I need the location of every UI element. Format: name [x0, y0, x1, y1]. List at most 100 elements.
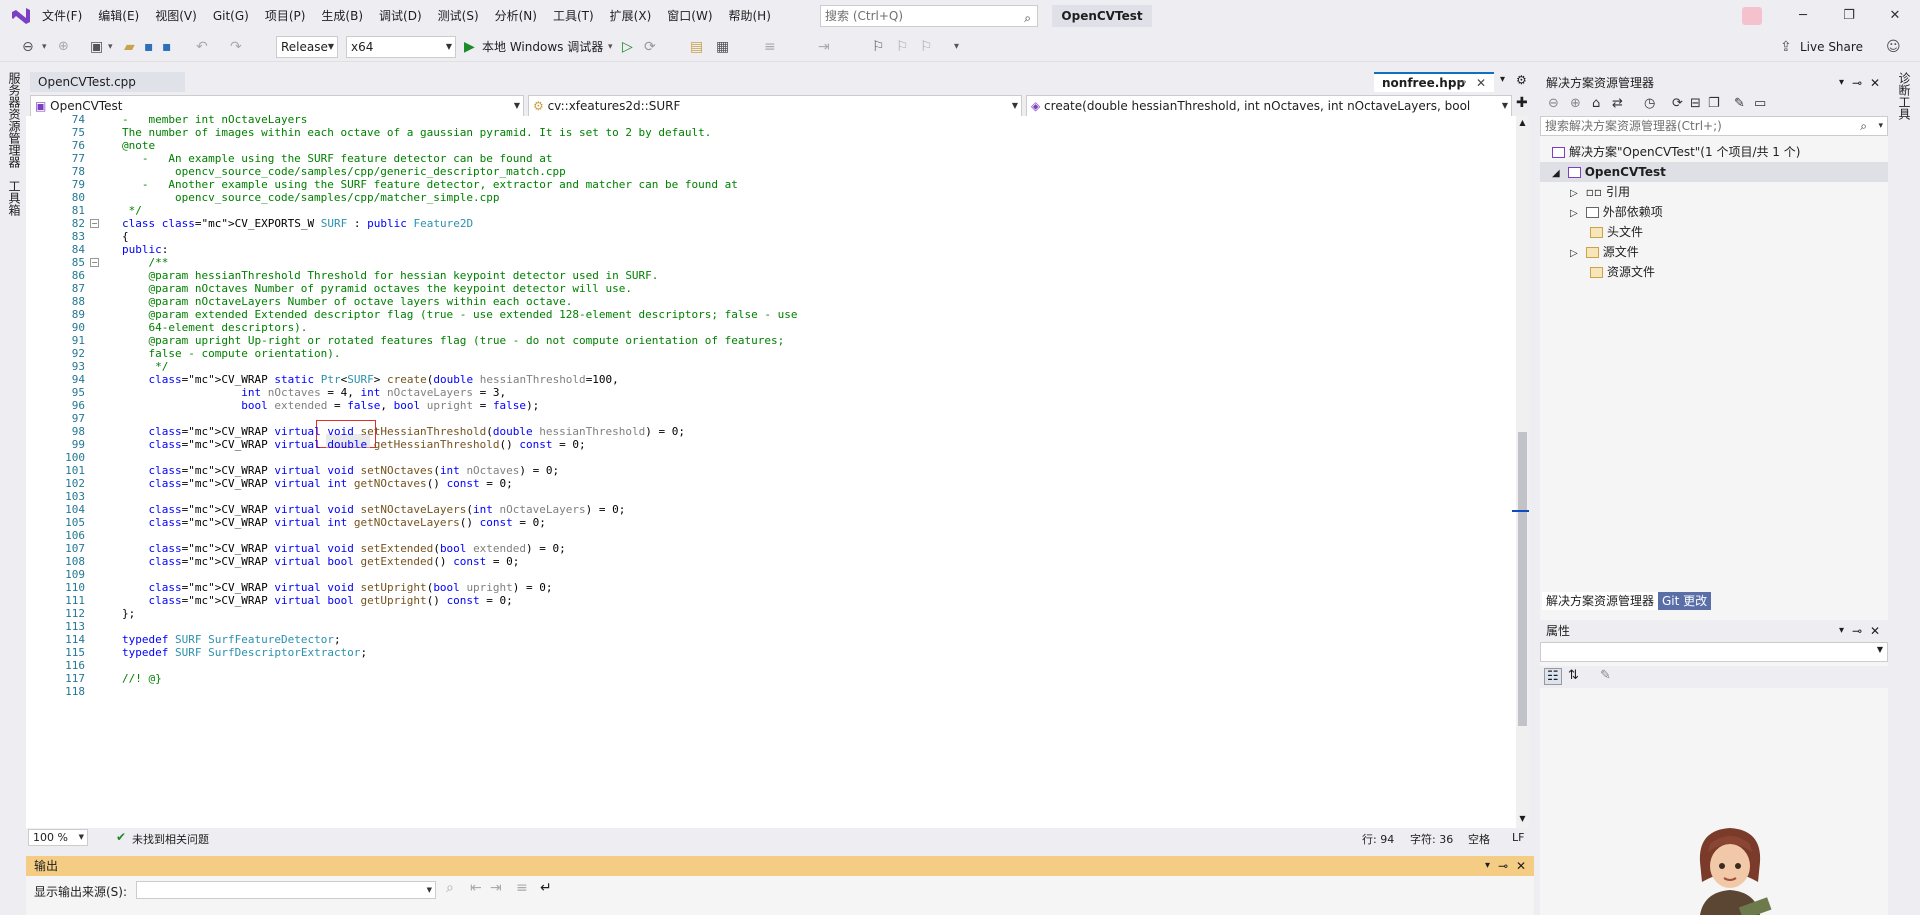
settings-gear-icon[interactable]: ⚙ [1516, 73, 1527, 87]
minimize-button[interactable]: ─ [1780, 0, 1826, 32]
layout-icon[interactable]: ▦ [716, 32, 729, 62]
code-line[interactable]: }; [122, 606, 135, 622]
tree-item-source-files[interactable]: ▷ 源文件 [1570, 242, 1639, 262]
back-icon[interactable]: ⊖ [22, 32, 34, 62]
menu-item[interactable]: 帮助(H) [721, 0, 779, 32]
tree-item-external-deps[interactable]: ▷ 外部依赖项 [1570, 202, 1663, 222]
switch-views-icon[interactable]: ⇄ [1612, 96, 1623, 111]
eol-indicator[interactable]: LF [1512, 831, 1524, 844]
live-share-icon[interactable]: ⇪ [1780, 32, 1792, 62]
code-line[interactable]: opencv_source_code/samples/cpp/matcher_s… [122, 190, 500, 206]
new-project-dropdown-icon[interactable]: ▾ [108, 32, 113, 62]
next-bookmark-icon[interactable]: ⚐ [920, 32, 933, 62]
pin-icon[interactable]: ⊸ [1852, 620, 1862, 642]
scroll-down-icon[interactable]: ▼ [1516, 814, 1529, 823]
code-line[interactable]: typedef SURF SurfDescriptorExtractor; [122, 645, 367, 661]
show-all-files-icon[interactable]: ❐ [1708, 96, 1720, 111]
code-line[interactable]: class="mc">CV_WRAP virtual double getHes… [122, 437, 586, 453]
tree-item-header-files[interactable]: 头文件 [1590, 222, 1643, 242]
member-scope-select[interactable]: ◈ create(double hessianThreshold, int nO… [1026, 95, 1512, 117]
menu-item[interactable]: 测试(S) [430, 0, 487, 32]
solution-explorer-icon[interactable]: ▤ [690, 32, 703, 62]
code-line[interactable]: The number of images within each octave … [122, 125, 711, 141]
find-message-icon[interactable]: ⌕ [446, 880, 454, 896]
project-node[interactable]: ◢ OpenCVTest [1552, 162, 1666, 182]
code-line[interactable]: class="mc">CV_WRAP virtual int getNOctav… [122, 515, 546, 531]
scroll-thumb[interactable] [1518, 432, 1527, 726]
solution-node[interactable]: 解决方案"OpenCVTest"(1 个项目/共 1 个) [1552, 142, 1800, 162]
configuration-select[interactable]: Release ▼ [276, 36, 338, 58]
forward-icon[interactable]: ⊕ [58, 32, 69, 62]
code-line[interactable]: bool extended = false, bool upright = fa… [122, 398, 539, 414]
line-indicator[interactable]: 行: 94 [1362, 831, 1394, 847]
pin-icon[interactable]: ⊸ [1498, 856, 1508, 876]
close-tab-icon[interactable]: ✕ [1476, 74, 1486, 92]
output-source-select[interactable]: ▼ [136, 881, 436, 899]
feedback-icon[interactable]: ☺ [1886, 32, 1901, 62]
bookmark-icon[interactable]: ⚐ [872, 32, 885, 62]
server-explorer-tab[interactable]: 服务器资源管理器 [6, 72, 23, 168]
solution-search-box[interactable]: 搜索解决方案资源管理器(Ctrl+;) ⌕ ▾ [1540, 116, 1888, 136]
type-scope-select[interactable]: ⚙ cv::xfeatures2d::SURF ▼ [528, 95, 1022, 117]
hot-reload-icon[interactable]: ⟳ [644, 32, 656, 62]
redo-icon[interactable]: ↷ [230, 32, 242, 62]
code-line[interactable]: class="mc">CV_WRAP virtual int getNOctav… [122, 476, 513, 492]
start-debug-icon[interactable]: ▶ [464, 32, 475, 62]
prev-bookmark-icon[interactable]: ⚐ [896, 32, 909, 62]
forward-icon[interactable]: ⊕ [1570, 96, 1581, 111]
save-icon[interactable]: ▪ [144, 32, 154, 62]
tab-list-dropdown-icon[interactable]: ▾ [1500, 74, 1505, 85]
preview-icon[interactable]: ▭ [1754, 96, 1766, 111]
platform-select[interactable]: x64 ▼ [346, 36, 456, 58]
tab-solution-explorer[interactable]: 解决方案资源管理器 [1542, 592, 1659, 610]
tab-git-changes[interactable]: Git 更改 [1658, 592, 1712, 610]
open-folder-icon[interactable]: ▰ [124, 32, 135, 62]
back-icon[interactable]: ⊖ [1548, 96, 1559, 111]
menu-item[interactable]: 工具(T) [545, 0, 602, 32]
next-message-icon[interactable]: ⇥ [490, 880, 502, 896]
pin-icon[interactable]: ⊸ [1458, 74, 1466, 92]
panel-dropdown-icon[interactable]: ▾ [1485, 856, 1490, 876]
undo-icon[interactable]: ↶ [196, 32, 208, 62]
pin-icon[interactable]: ⊸ [1852, 72, 1862, 94]
categorized-icon[interactable]: ☷ [1544, 668, 1562, 685]
menu-item[interactable]: 扩展(X) [602, 0, 660, 32]
menu-item[interactable]: 生成(B) [313, 0, 371, 32]
tab-opencvtest-cpp[interactable]: OpenCVTest.cpp [30, 72, 185, 92]
code-line[interactable]: class="mc">CV_WRAP virtual bool getUprig… [122, 593, 513, 609]
indent-icon[interactable]: ⇥ [818, 32, 830, 62]
menu-item[interactable]: 项目(P) [257, 0, 314, 32]
format-icon[interactable]: ≡ [764, 32, 776, 62]
alphabetical-icon[interactable]: ⇅ [1568, 668, 1579, 683]
menu-item[interactable]: 分析(N) [487, 0, 545, 32]
home-icon[interactable]: ⌂ [1592, 96, 1600, 111]
collapse-all-icon[interactable]: ⊟ [1690, 96, 1701, 111]
restore-button[interactable]: ❐ [1826, 0, 1872, 32]
fold-toggle-icon[interactable]: − [90, 219, 99, 228]
properties-wrench-icon[interactable]: ✎ [1734, 96, 1745, 111]
split-window-icon[interactable]: ✚ [1516, 95, 1528, 111]
vertical-scrollbar[interactable]: ▲ ▼ [1512, 116, 1529, 828]
start-debug-button[interactable]: 本地 Windows 调试器 [482, 32, 603, 62]
refresh-icon[interactable]: ⟳ [1672, 96, 1683, 111]
history-icon[interactable]: ◷ [1644, 96, 1655, 111]
search-box[interactable]: 搜索 (Ctrl+Q) ⌕ [820, 5, 1038, 27]
close-panel-icon[interactable]: ✕ [1870, 620, 1880, 642]
menu-item[interactable]: 文件(F) [34, 0, 90, 32]
diagnostic-tools-tab[interactable]: 诊断工具 [1896, 72, 1913, 120]
menu-item[interactable]: 窗口(W) [659, 0, 720, 32]
tree-item-resource-files[interactable]: 资源文件 [1590, 262, 1655, 282]
word-wrap-icon[interactable]: ↵ [540, 880, 552, 896]
clear-all-icon[interactable]: ≡ [516, 880, 528, 896]
whitespace-indicator[interactable]: 空格 [1468, 831, 1490, 847]
fold-toggle-icon[interactable]: − [90, 258, 99, 267]
menu-item[interactable]: 调试(D) [371, 0, 430, 32]
toolbox-tab[interactable]: 工具箱 [6, 180, 23, 216]
toolbar-overflow-icon[interactable]: ▾ [954, 32, 959, 62]
close-panel-icon[interactable]: ✕ [1516, 856, 1526, 876]
menu-item[interactable]: 视图(V) [147, 0, 205, 32]
new-project-icon[interactable]: ▣ [90, 32, 103, 62]
panel-dropdown-icon[interactable]: ▾ [1839, 72, 1844, 94]
live-share-button[interactable]: Live Share [1800, 32, 1863, 62]
panel-dropdown-icon[interactable]: ▾ [1839, 620, 1844, 642]
